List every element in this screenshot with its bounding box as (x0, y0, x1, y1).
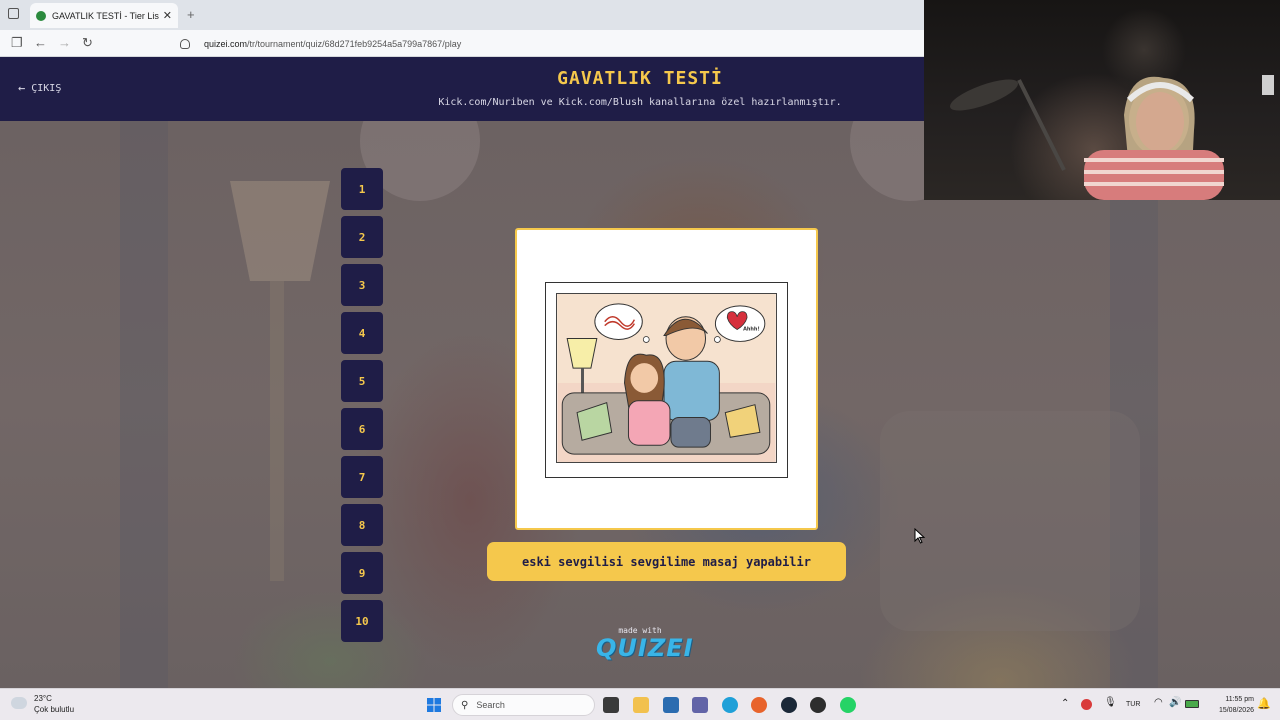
search-icon: ⚲ (461, 699, 469, 711)
cloud-icon[interactable] (11, 697, 27, 709)
browser-nav-bar: ❐ ← → ↻ quizei.com/tr/tournament/quiz/68… (0, 30, 924, 57)
task-view-icon[interactable] (603, 697, 619, 713)
obs-icon[interactable] (810, 697, 826, 713)
system-clock[interactable]: 11:55 pm 15/08/2026 (1206, 694, 1254, 716)
mouse-cursor-icon (914, 528, 926, 544)
slot-8[interactable]: 8 (341, 504, 383, 546)
reload-icon[interactable]: ↻ (82, 35, 93, 51)
slot-5[interactable]: 5 (341, 360, 383, 402)
slot-7[interactable]: 7 (341, 456, 383, 498)
notification-icon[interactable]: 🔔 (1257, 697, 1271, 710)
lamp-pole-shape (270, 281, 284, 581)
tab-list-icon[interactable] (8, 8, 19, 19)
teams-icon[interactable] (692, 697, 708, 713)
clock-time: 11:55 pm (1225, 696, 1254, 703)
slot-1[interactable]: 1 (341, 168, 383, 210)
edge-icon[interactable] (722, 697, 738, 713)
store-icon[interactable] (663, 697, 679, 713)
quiz-card[interactable]: Ahhh! (515, 228, 818, 530)
slot-4[interactable]: 4 (341, 312, 383, 354)
file-explorer-icon[interactable] (633, 697, 649, 713)
lamp-shade-shape (230, 181, 330, 281)
url-host: quizei.com (204, 38, 248, 49)
slot-6[interactable]: 6 (341, 408, 383, 450)
quiz-header: ← ÇIKIŞ GAVATLIK TESTİ Kick.com/Nuriben … (0, 57, 924, 121)
taskbar: 23°C Çok bulutlu ⚲ Search ⌃ 🎙 TUR ◠ 🔊 11… (0, 688, 1280, 720)
tab-title: GAVATLIK TESTİ - Tier List, Kar 3 (52, 10, 159, 21)
webcam-scene (949, 75, 1274, 200)
firefox-icon[interactable] (751, 697, 767, 713)
slot-10[interactable]: 10 (341, 600, 383, 642)
microphone-icon[interactable]: 🎙 (1104, 697, 1117, 708)
tab-favicon-icon (36, 10, 46, 21)
bubble-text: Ahhh! (743, 327, 760, 333)
weather-description[interactable]: Çok bulutlu (34, 705, 74, 714)
search-label: Search (476, 700, 505, 710)
slot-2[interactable]: 2 (341, 216, 383, 258)
address-bar[interactable]: quizei.com/tr/tournament/quiz/68d271feb9… (180, 35, 700, 52)
new-tab-icon[interactable]: + (187, 7, 195, 22)
volume-icon[interactable]: 🔊 (1169, 697, 1181, 708)
clock-date: 15/08/2026 (1218, 707, 1254, 714)
security-icon[interactable] (180, 38, 190, 49)
antivirus-icon[interactable] (1081, 699, 1092, 710)
taskbar-search[interactable]: ⚲ Search (452, 694, 595, 716)
slot-9[interactable]: 9 (341, 552, 383, 594)
back-icon[interactable]: ← (34, 35, 47, 50)
tab-close-icon[interactable]: ✕ (163, 9, 172, 22)
browser-tab-bar: GAVATLIK TESTİ - Tier List, Kar 3 ✕ + (0, 0, 924, 30)
answer-caption-button[interactable]: eski sevgilisi sevgilime masaj yapabilir (487, 542, 846, 581)
battery-icon[interactable] (1185, 700, 1199, 708)
quiz-illustration: Ahhh! (556, 293, 777, 463)
sofa-shape (880, 411, 1140, 631)
whatsapp-icon[interactable] (840, 697, 856, 713)
windows-start-icon[interactable] (426, 697, 442, 713)
forward-icon[interactable]: → (58, 35, 71, 50)
slot-3[interactable]: 3 (341, 264, 383, 306)
image-frame: Ahhh! (545, 282, 788, 478)
chevron-up-icon[interactable]: ⌃ (1061, 698, 1069, 709)
url-path: /tr/tournament/quiz/68d271feb9254a5a799a… (247, 38, 462, 49)
browser-tab[interactable]: GAVATLIK TESTİ - Tier List, Kar 3 ✕ (30, 3, 178, 28)
wifi-icon[interactable]: ◠ (1154, 697, 1163, 708)
weather-temperature[interactable]: 23°C (34, 694, 52, 703)
quizei-logo[interactable]: QUIZEI (596, 634, 693, 662)
webcam-overlay (924, 0, 1280, 200)
steam-icon[interactable] (781, 697, 797, 713)
language-indicator[interactable]: TUR (1126, 701, 1140, 708)
sidebar-toggle-icon[interactable]: ❐ (11, 35, 23, 51)
